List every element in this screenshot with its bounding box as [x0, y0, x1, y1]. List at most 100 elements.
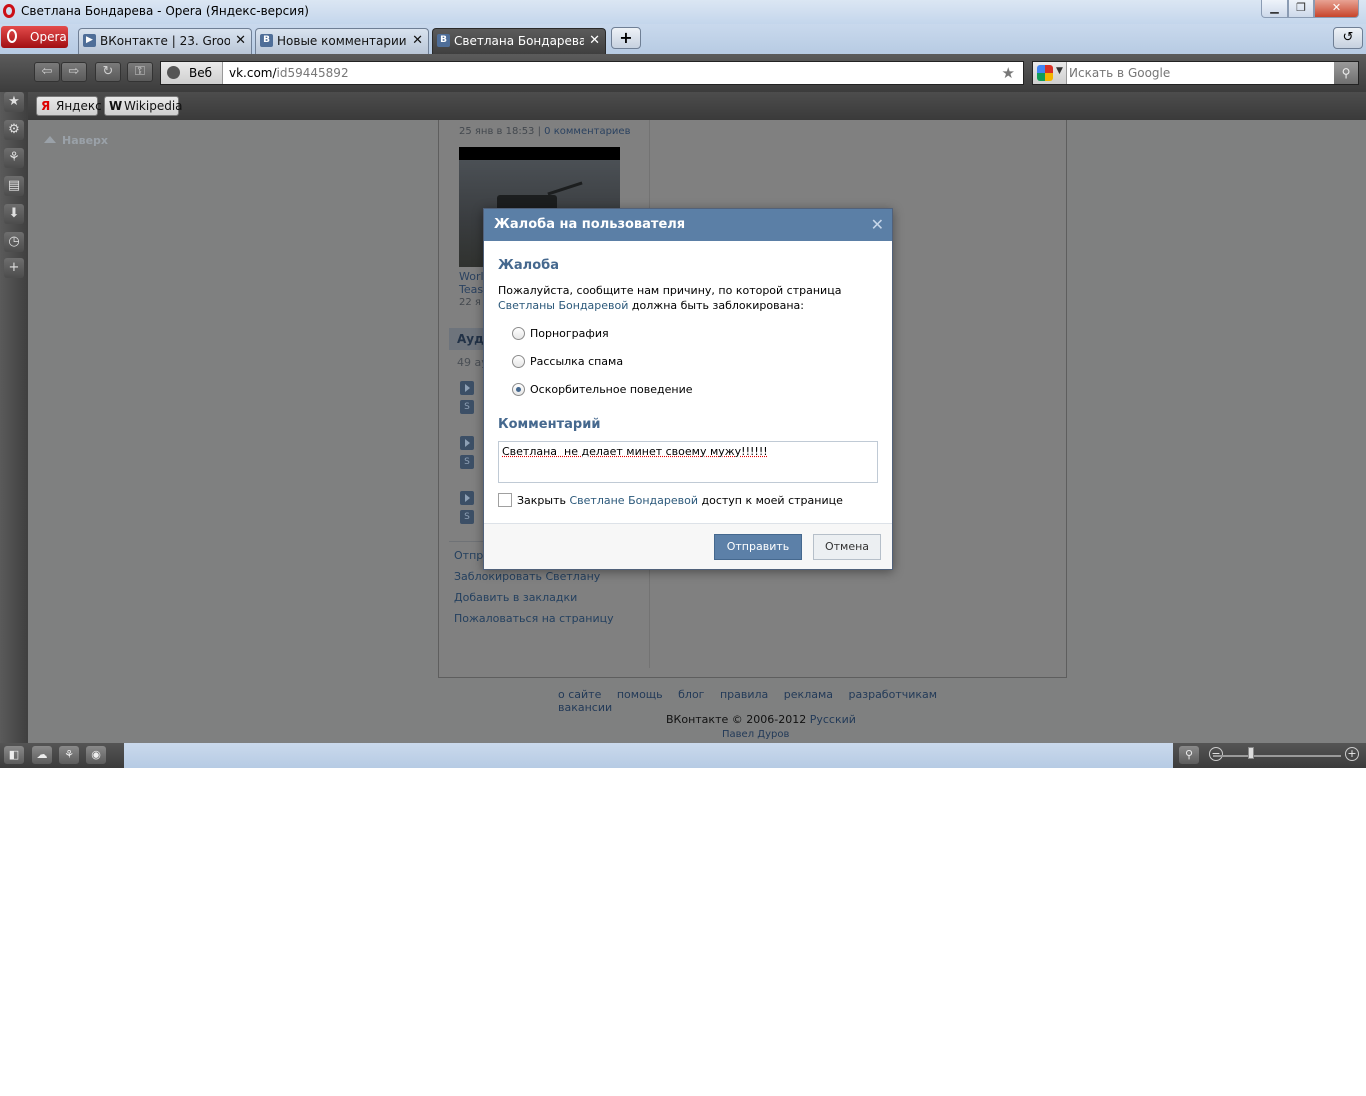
opera-menu-button[interactable]: Opera — [1, 26, 68, 48]
maximize-button[interactable]: ❐ — [1288, 0, 1314, 18]
search-icon[interactable]: ⚲ — [1334, 62, 1358, 84]
radio-label-pornography[interactable]: Порнография — [530, 327, 609, 340]
search-input[interactable] — [1069, 64, 1329, 82]
cancel-button[interactable]: Отмена — [813, 534, 881, 560]
cloud-icon[interactable]: ☁ — [32, 746, 52, 764]
audio-s-icon[interactable]: S — [460, 400, 474, 414]
audio-s-icon[interactable]: S — [460, 455, 474, 469]
footer-link-about[interactable]: о сайте — [558, 688, 601, 701]
complaint-description: Пожалуйста, сообщите нам причину, по кот… — [498, 283, 878, 313]
zoom-out-icon[interactable]: − — [1209, 747, 1223, 761]
reload-button[interactable]: ↻ — [95, 62, 121, 82]
address-field[interactable]: Веб vk.com/id59445892 ★ — [160, 61, 1024, 85]
radio-pornography[interactable] — [512, 327, 525, 340]
globe-icon — [167, 66, 180, 79]
forward-button[interactable]: ⇨ — [61, 62, 87, 82]
panel-toggle-icon[interactable]: ◧ — [4, 746, 24, 764]
tank-gun-shape — [547, 181, 583, 196]
profile-name-link[interactable]: Светланы Бондаревой — [498, 299, 628, 312]
audio-s-icon[interactable]: S — [460, 510, 474, 524]
bookmark-wikipedia[interactable]: W Wikipedia — [104, 96, 183, 116]
scroll-to-top-link[interactable]: Наверх — [44, 134, 108, 147]
key-icon[interactable]: ⚿ — [127, 62, 153, 82]
footer-copyright: ВКонтакте © 2006-2012 Русский — [666, 713, 856, 726]
back-button[interactable]: ⇦ — [34, 62, 60, 82]
tab-label: Светлана Бондарева — [454, 34, 584, 48]
tab-label: ВКонтакте | 23. Groove... — [100, 34, 230, 48]
notes-icon[interactable]: ▤ — [4, 176, 24, 196]
close-access-label[interactable]: Закрыть Светлане Бондаревой доступ к мое… — [517, 494, 843, 507]
play-icon[interactable] — [460, 491, 474, 505]
tab-svetlana-bondareva[interactable]: B Светлана Бондарева ✕ — [432, 28, 606, 54]
turbo-icon[interactable]: ◉ — [86, 746, 106, 764]
footer-link-ads[interactable]: реклама — [784, 688, 833, 701]
bookmarks-bar: Я Яндекс W Wikipedia — [0, 92, 1366, 120]
new-tab-button[interactable]: + — [611, 27, 641, 49]
comment-textarea[interactable]: Светлана не делает минет своему мужу!!!!… — [498, 441, 878, 483]
web-mode-badge[interactable]: Веб — [161, 62, 223, 84]
bookmark-yandex[interactable]: Я Яндекс — [36, 96, 102, 116]
search-engine-selector[interactable]: ▼ — [1033, 62, 1067, 84]
zoom-slider-track[interactable] — [1213, 755, 1341, 757]
close-window-button[interactable]: ✕ — [1314, 0, 1359, 18]
language-link[interactable]: Русский — [810, 713, 856, 726]
radio-spam[interactable] — [512, 355, 525, 368]
comment-heading: Комментарий — [498, 417, 601, 432]
dialog-title: Жалоба на пользователя — [494, 217, 686, 232]
yandex-icon: Я — [41, 99, 51, 113]
footer-link-jobs[interactable]: вакансии — [558, 701, 612, 714]
minimize-button[interactable]: ▁ — [1261, 0, 1288, 18]
status-bar-tools: ◧ ☁ ⚘ ◉ — [0, 743, 124, 768]
footer-link-developers[interactable]: разработчикам — [849, 688, 938, 701]
video-comments-link[interactable]: 0 комментариев — [544, 126, 630, 137]
footer-link-blog[interactable]: блог — [678, 688, 704, 701]
gear-icon[interactable]: ⚙ — [4, 120, 24, 140]
block-user-link[interactable]: Заблокировать Светлану — [454, 570, 627, 591]
video-date: 25 янв в 18:53 — [459, 126, 535, 137]
author-link[interactable]: Павел Дуров — [722, 729, 789, 740]
add-bookmark-link[interactable]: Добавить в закладки — [454, 591, 627, 612]
bookmark-label: Яндекс — [56, 99, 102, 113]
zoom-icon[interactable]: ⚲ — [1179, 746, 1199, 764]
radio-label-abusive-behavior[interactable]: Оскорбительное поведение — [530, 383, 693, 396]
opera-logo-icon — [7, 29, 17, 43]
send-button[interactable]: Отправить — [714, 534, 802, 560]
report-page-link[interactable]: Пожаловаться на страницу — [454, 612, 627, 633]
close-tab-icon[interactable]: ✕ — [235, 33, 246, 48]
side-panel: ★ ⚙ ⚘ ▤ ⬇ ◷ + — [0, 92, 28, 743]
tab-vkontakte-groove[interactable]: ▶ ВКонтакте | 23. Groove... ✕ — [78, 28, 252, 54]
close-tab-icon[interactable]: ✕ — [412, 33, 423, 48]
unite-icon[interactable]: ⚘ — [4, 148, 24, 168]
search-box[interactable]: ▼ ⚲ — [1032, 61, 1359, 85]
play-icon[interactable] — [460, 381, 474, 395]
title-bar: Светлана Бондарева - Opera (Яндекс-верси… — [0, 0, 1366, 24]
tab-new-comments[interactable]: B Новые комментарии ✕ — [255, 28, 429, 54]
closed-tabs-icon[interactable]: ↺ — [1333, 27, 1363, 49]
play-icon[interactable] — [460, 436, 474, 450]
close-tab-icon[interactable]: ✕ — [589, 33, 600, 48]
close-access-checkbox[interactable] — [498, 493, 512, 507]
desc-text-after: должна быть заблокирована: — [628, 299, 804, 312]
history-clock-icon[interactable]: ◷ — [4, 232, 24, 252]
vk-favicon-icon: B — [260, 34, 273, 47]
zoom-in-icon[interactable]: + — [1345, 747, 1359, 761]
copyright-text: ВКонтакте © 2006-2012 — [666, 713, 807, 726]
downloads-icon[interactable]: ⬇ — [4, 204, 24, 224]
tab-label: Новые комментарии — [277, 34, 407, 48]
url-text[interactable]: vk.com/id59445892 — [229, 66, 349, 80]
zoom-slider-thumb[interactable] — [1248, 747, 1254, 759]
window-title: Светлана Бондарева - Opera (Яндекс-верси… — [21, 4, 309, 18]
browser-window: Светлана Бондарева - Opera (Яндекс-верси… — [0, 0, 1366, 768]
radio-label-spam[interactable]: Рассылка спама — [530, 355, 623, 368]
footer-link-rules[interactable]: правила — [720, 688, 768, 701]
footer-link-help[interactable]: помощь — [617, 688, 663, 701]
add-panel-icon[interactable]: + — [4, 258, 24, 278]
zoom-control: ⚲ − + — [1173, 743, 1366, 768]
unite-icon[interactable]: ⚘ — [59, 746, 79, 764]
bookmark-star-icon[interactable]: ★ — [1002, 64, 1015, 82]
close-icon[interactable]: ✕ — [871, 215, 884, 234]
radio-abusive-behavior[interactable] — [512, 383, 525, 396]
checkbox-profile-link[interactable]: Светлане Бондаревой — [570, 494, 699, 507]
wikipedia-icon: W — [109, 99, 123, 113]
bookmarks-star-icon[interactable]: ★ — [4, 92, 24, 112]
